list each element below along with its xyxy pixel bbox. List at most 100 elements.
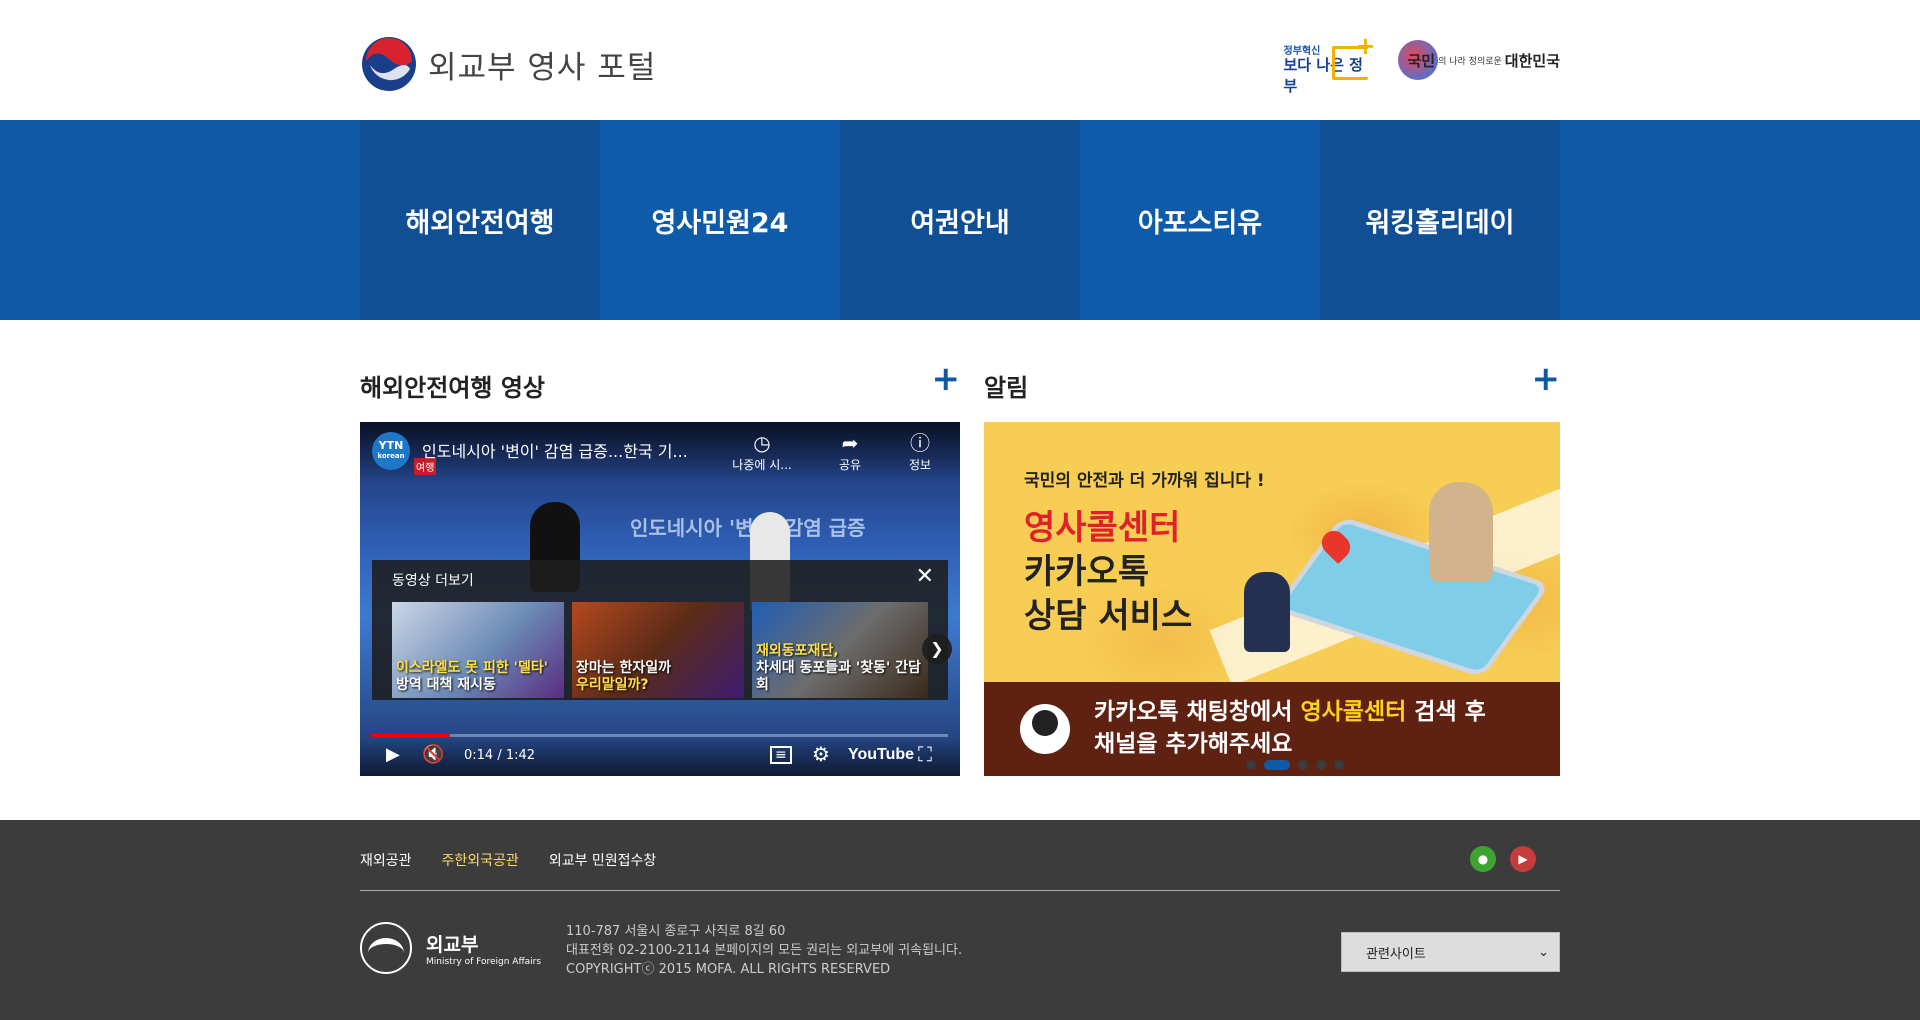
related-sites-select[interactable]: 관련사이트 ⌄ — [1341, 932, 1560, 972]
share-button[interactable]: ➦ 공유 — [820, 430, 880, 473]
carousel-dot[interactable] — [1316, 760, 1326, 770]
video-screen-text: 인도네시아 '변이' 감염 급증 — [630, 516, 866, 540]
fullscreen-icon[interactable]: ⛶ — [918, 742, 932, 766]
nav-item-working-holiday[interactable]: 워킹홀리데이 — [1320, 120, 1560, 320]
footer-divider — [360, 890, 1560, 891]
thumb-caption-2: 우리말일까? — [576, 677, 649, 693]
chevron-right-icon[interactable]: ❯ — [922, 634, 952, 664]
footer-info: 110-787 서울시 종로구 사직로 8길 60 대표전화 02-2100-2… — [566, 922, 962, 979]
youtube-icon[interactable]: ▶ — [1510, 846, 1536, 872]
footer-link-embassies[interactable]: 재외공관 — [360, 850, 412, 870]
banner-instructions: 카카오톡 채팅창에서 영사콜센터 검색 후 채널을 추가해주세요 — [1094, 696, 1486, 760]
info-label: 정보 — [908, 458, 932, 472]
site-logo[interactable]: 외교부 영사 포털 — [360, 35, 656, 93]
info-icon: ⓘ — [910, 431, 930, 455]
notice-section: 알림 + 국민의 안전과 더 가까워 집니다 ! 영사콜센터 카카오톡 상담 서… — [984, 320, 1561, 776]
mofa-emblem-icon — [362, 37, 416, 91]
channel-sub: korean — [377, 452, 405, 460]
watch-later-label: 나중에 시... — [732, 458, 792, 472]
close-icon[interactable]: ✕ — [916, 564, 934, 589]
footer-logo-en: Ministry of Foreign Affairs — [426, 956, 542, 967]
gov-badges: 정부혁신 보다 나은 정부 + 국민 의 나라 정의로운 대한민국 — [1284, 32, 1561, 95]
youtube-logo[interactable]: YouTube — [848, 746, 914, 764]
traveler-illustration — [1429, 482, 1493, 582]
subtitles-icon[interactable]: ≡ — [770, 746, 792, 764]
slogan-t3: 대한민국 — [1504, 51, 1560, 70]
badge1-plus-icon: + — [1355, 32, 1376, 60]
player-controls: ▶ 🔇 0:14 / 1:42 ≡ ⚙ YouTube ⛶ — [360, 738, 960, 776]
mute-icon[interactable]: 🔇 — [422, 744, 444, 765]
info-button[interactable]: ⓘ 정보 — [890, 430, 950, 473]
footer-links: 재외공관 주한외국공관 외교부 민원접수창 — [360, 850, 656, 870]
related-video-thumb[interactable]: 장마는 한자일까 우리말일까? — [572, 602, 744, 698]
time-display: 0:14 / 1:42 — [464, 748, 536, 763]
thumb-caption-1: 장마는 한자일까 — [576, 660, 672, 676]
carousel-dot[interactable] — [1334, 760, 1344, 770]
thumb-caption-1: 재외동포재단, — [756, 643, 839, 659]
nav-item-consular-service[interactable]: 영사민원24 — [600, 120, 840, 320]
banner-line2: 카카오톡 — [1024, 552, 1150, 592]
channel-name: YTN — [378, 439, 404, 452]
kakao-service-banner[interactable]: 국민의 안전과 더 가까워 집니다 ! 영사콜센터 카카오톡 상담 서비스 카카… — [984, 422, 1560, 776]
related-video-thumb[interactable]: 이스라엘도 못 피한 '델타' 방역 대책 재시동 — [392, 602, 564, 698]
carousel-dots — [1246, 760, 1344, 770]
share-label: 공유 — [838, 458, 862, 472]
more-videos-panel: 동영상 더보기 ✕ 이스라엘도 못 피한 '델타' 방역 대책 재시동 장마는 한… — [372, 560, 952, 700]
site-header: 외교부 영사 포털 정부혁신 보다 나은 정부 + 국민 의 나라 정의로운 대… — [0, 0, 1920, 120]
video-more-button[interactable]: + — [932, 362, 961, 396]
video-title[interactable]: 인도네시아 '변이' 감염 급증...한국 기... — [422, 438, 722, 462]
video-section-title: 해외안전여행 영상 — [360, 374, 545, 402]
nav-item-passport[interactable]: 여권안내 — [840, 120, 1080, 320]
site-footer: 재외공관 주한외국공관 외교부 민원접수창 ● ▶ 외교부 Ministry o… — [0, 820, 1920, 1020]
related-sites-label: 관련사이트 — [1366, 946, 1426, 962]
gear-icon[interactable]: ⚙ — [812, 742, 830, 766]
progress-bar[interactable] — [372, 734, 948, 737]
notice-more-button[interactable]: + — [1532, 362, 1561, 396]
thumb-caption-2: 방역 대책 재시동 — [396, 677, 496, 693]
thumb-caption-1: 이스라엘도 못 피한 '델타' — [396, 660, 548, 676]
watch-later-button[interactable]: ◷ 나중에 시... — [732, 430, 792, 473]
officer-illustration — [1244, 572, 1290, 652]
carousel-dot[interactable] — [1246, 760, 1256, 770]
banner-bottom-post: 검색 후 — [1406, 699, 1486, 725]
footer-phone: 대표전화 02-2100-2114 본페이지의 모든 권리는 외교부에 귀속됩니… — [566, 943, 963, 958]
clock-icon: ◷ — [753, 431, 771, 455]
korea-slogan-badge[interactable]: 국민 의 나라 정의로운 대한민국 — [1397, 38, 1560, 82]
kakaotalk-icon[interactable]: ● — [1470, 846, 1496, 872]
nav-item-apostille[interactable]: 아포스티유 — [1080, 120, 1320, 320]
footer-link-foreign-missions[interactable]: 주한외국공관 — [442, 850, 519, 870]
footer-link-civil-petition[interactable]: 외교부 민원접수창 — [549, 850, 657, 870]
banner-subtitle: 국민의 안전과 더 가까워 집니다 ! — [1024, 471, 1265, 491]
related-video-thumb[interactable]: 재외동포재단, 차세대 동포들과 '찾동' 간담회 — [752, 602, 928, 698]
progress-fill — [372, 734, 451, 737]
mofa-emblem-icon — [360, 922, 412, 974]
youtube-player[interactable]: 인도네시아 '변이' 감염 급증 YTN korean 여행 인도네시아 '변이… — [360, 422, 960, 776]
footer-copyright: COPYRIGHTⓒ 2015 MOFA. ALL RIGHTS RESERVE… — [566, 962, 891, 977]
slogan-t2: 의 나라 정의로운 — [1438, 56, 1502, 67]
footer-address: 110-787 서울시 종로구 사직로 8길 60 — [566, 924, 786, 939]
banner-line3: 상담 서비스 — [1024, 596, 1193, 636]
slogan-t1: 국민 — [1407, 51, 1436, 70]
play-icon[interactable]: ▶ — [386, 744, 400, 765]
channel-avatar[interactable]: YTN korean — [372, 432, 410, 470]
nav-item-overseas-travel[interactable]: 해외안전여행 — [360, 120, 600, 320]
notice-section-title: 알림 — [984, 374, 1029, 402]
video-section: 해외안전여행 영상 + 인도네시아 '변이' 감염 급증 YTN korean … — [360, 320, 961, 776]
carousel-dot-active[interactable] — [1264, 760, 1290, 770]
gov-innovation-badge[interactable]: 정부혁신 보다 나은 정부 + — [1284, 32, 1376, 95]
thumb-caption-2: 차세대 동포들과 '찾동' 간담회 — [756, 660, 921, 693]
footer-sns: ● ▶ — [1470, 846, 1536, 872]
counselor-avatar — [1020, 704, 1070, 754]
main-content: 해외안전여행 영상 + 인도네시아 '변이' 감염 급증 YTN korean … — [0, 320, 1920, 820]
banner-line1: 영사콜센터 — [1024, 508, 1181, 548]
footer-logo-kr: 외교부 — [426, 933, 479, 956]
chevron-down-icon: ⌄ — [1538, 944, 1549, 960]
share-icon: ➦ — [841, 431, 859, 455]
main-nav: 해외안전여행 영사민원24 여권안내 아포스티유 워킹홀리데이 — [0, 120, 1920, 320]
banner-bottom-hl: 영사콜센터 — [1300, 699, 1407, 725]
more-videos-title: 동영상 더보기 — [392, 573, 474, 589]
banner-bottom-line2: 채널을 추가해주세요 — [1094, 731, 1293, 757]
footer-logo[interactable]: 외교부 Ministry of Foreign Affairs — [360, 922, 541, 974]
carousel-dot[interactable] — [1298, 760, 1308, 770]
banner-bottom-pre: 카카오톡 채팅창에서 — [1094, 699, 1301, 725]
